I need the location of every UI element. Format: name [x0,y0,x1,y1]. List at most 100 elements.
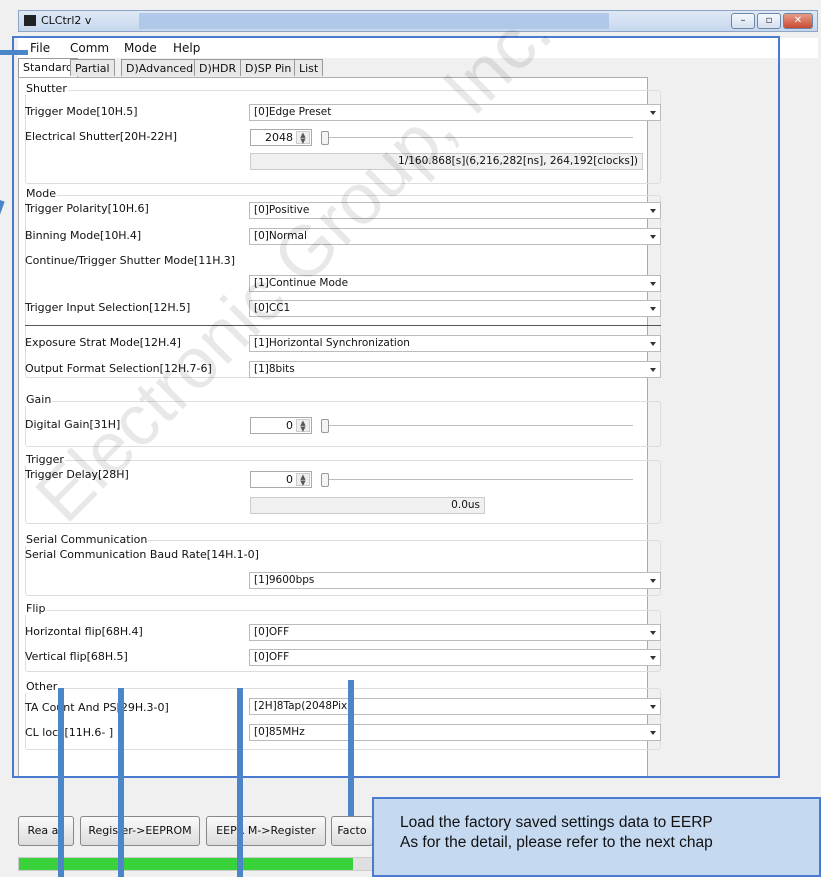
baud-rate-select[interactable]: [1]9600bps [249,572,661,589]
continue-trigger-value: [1]Continue Mode [254,277,349,289]
vertical-flip-label: Vertical flip[68H.5] [25,650,128,663]
electrical-shutter-slider[interactable] [321,131,633,145]
continue-trigger-select[interactable]: [1]Continue Mode [249,275,661,292]
exposure-mode-value: [1]Horizontal Synchronization [254,337,410,349]
callout-line-2: As for the detail, please refer to the n… [400,834,713,851]
menu-comm[interactable]: Comm [70,41,109,55]
vertical-flip-select[interactable]: [0]OFF [249,649,661,666]
horizontal-flip-label: Horizontal flip[68H.4] [25,625,143,638]
read-all-button[interactable]: Rea all [18,816,74,846]
trigger-delay-readout: 0.0us [250,497,485,514]
annotation-pointer [0,50,28,55]
output-format-label: Output Format Selection[12H.7-6] [25,362,212,375]
maximize-button[interactable]: ▫ [757,13,781,29]
register-to-eeprom-button[interactable]: Regis er->EEPROM [80,816,200,846]
gain-group-title: Gain [25,393,53,406]
mode-divider [25,325,661,326]
digital-gain-spinbox[interactable]: 0 ▲ ▼ [250,417,312,434]
horizontal-flip-select[interactable]: [0]OFF [249,624,661,641]
chevron-down-icon [650,209,656,213]
electrical-shutter-label: Electrical Shutter[20H-22H] [25,130,177,143]
slider-thumb[interactable] [321,131,329,145]
slider-thumb[interactable] [321,473,329,487]
binning-mode-label: Binning Mode[10H.4] [25,229,142,242]
vertical-flip-value: [0]OFF [254,651,290,663]
factory-button[interactable]: Facto [331,816,373,846]
chevron-down-icon [650,282,656,286]
trigger-mode-select[interactable]: [0]Edge Preset [249,104,661,121]
chevron-down-icon [650,579,656,583]
spin-arrows-icon[interactable]: ▲ ▼ [296,131,310,145]
horizontal-flip-value: [0]OFF [254,626,290,638]
standard-panel: Shutter Trigger Mode[10H.5] [0]Edge Pres… [18,77,661,777]
trigger-delay-spinbox[interactable]: 0 ▲ ▼ [250,471,312,488]
trigger-delay-slider[interactable] [321,473,633,487]
callout-box: Load the factory saved settings data to … [372,797,821,877]
serial-group-title: Serial Communication [25,533,149,546]
tab-advanced[interactable]: D)Advanced [121,59,199,76]
baud-rate-label: Serial Communication Baud Rate[14H.1-0] [25,548,259,561]
electrical-shutter-value: 2048 [265,131,293,144]
tap-count-value: [2H]8Tap(2048Pix ) [254,700,355,712]
tap-count-label: TA Count And PS[29H.3-0] [25,701,169,714]
spin-arrows-icon[interactable]: ▲ ▼ [296,473,310,487]
trigger-mode-value: [0]Edge Preset [254,106,332,118]
electrical-shutter-readout: 1/160.868[s](6,216,282[ns], 264,192[cloc… [250,153,643,170]
slider-thumb[interactable] [321,419,329,433]
exposure-mode-label: Exposure Strat Mode[12H.4] [25,336,181,349]
annotation-pointer [58,688,64,877]
cl-clock-label: CL lock[11H.6- ] [25,726,114,739]
title-bar: CLCtrl2 v – ▫ ✕ [18,10,818,32]
chevron-down-icon [650,307,656,311]
output-format-select[interactable]: [1]8bits [249,361,661,378]
eeprom-to-register-button[interactable]: EEPR M->Register [206,816,326,846]
tap-count-select[interactable]: [2H]8Tap(2048Pix ) [249,698,661,715]
menu-file[interactable]: File [30,41,50,55]
tab-hdr[interactable]: D)HDR [194,59,242,76]
progress-fill [19,858,354,870]
trigger-delay-label: Trigger Delay[28H] [25,468,129,481]
annotation-pointer [237,688,243,877]
electrical-shutter-spinbox[interactable]: 2048 ▲ ▼ [250,129,312,146]
flip-group-title: Flip [25,602,47,615]
chevron-down-icon [650,731,656,735]
chevron-down-icon [650,235,656,239]
cl-clock-select[interactable]: [0]85MHz [249,724,661,741]
close-button[interactable]: ✕ [783,13,813,29]
window-title: CLCtrl2 v [41,14,92,27]
gain-group [25,401,661,447]
chevron-down-icon [650,631,656,635]
minimize-button[interactable]: – [731,13,755,29]
tab-sp-pin[interactable]: D)SP Pin [240,59,297,76]
chevron-down-icon [650,656,656,660]
spin-arrows-icon[interactable]: ▲ ▼ [296,419,310,433]
binning-mode-value: [0]Normal [254,230,307,242]
digital-gain-slider[interactable] [321,419,633,433]
continue-trigger-label: Continue/Trigger Shutter Mode[11H.3] [25,254,236,267]
menu-help[interactable]: Help [173,41,200,55]
title-redaction [139,13,609,29]
output-format-value: [1]8bits [254,363,295,375]
exposure-mode-select[interactable]: [1]Horizontal Synchronization [249,335,661,352]
trigger-polarity-select[interactable]: [0]Positive [249,202,661,219]
menu-mode[interactable]: Mode [124,41,157,55]
digital-gain-value: 0 [286,419,293,432]
trigger-input-value: [0]CC1 [254,302,291,314]
trigger-polarity-value: [0]Positive [254,204,310,216]
trigger-group-title: Trigger [25,453,65,466]
binning-mode-select[interactable]: [0]Normal [249,228,661,245]
application-window: CLCtrl2 v – ▫ ✕ File Comm Mode Help Stan… [0,0,821,877]
trigger-polarity-label: Trigger Polarity[10H.6] [25,202,149,215]
annotation-pointer [348,680,354,816]
trigger-input-select[interactable]: [0]CC1 [249,300,661,317]
cl-clock-value: [0]85MHz [254,726,305,738]
tab-list[interactable]: List [294,59,324,76]
trigger-delay-value: 0 [286,473,293,486]
chevron-down-icon [650,705,656,709]
chevron-down-icon [650,342,656,346]
app-icon [24,15,36,26]
trigger-mode-label: Trigger Mode[10H.5] [25,105,138,118]
tab-partial[interactable]: Partial [70,59,115,76]
digital-gain-label: Digital Gain[31H] [25,418,121,431]
callout-line-1: Load the factory saved settings data to … [400,814,713,831]
